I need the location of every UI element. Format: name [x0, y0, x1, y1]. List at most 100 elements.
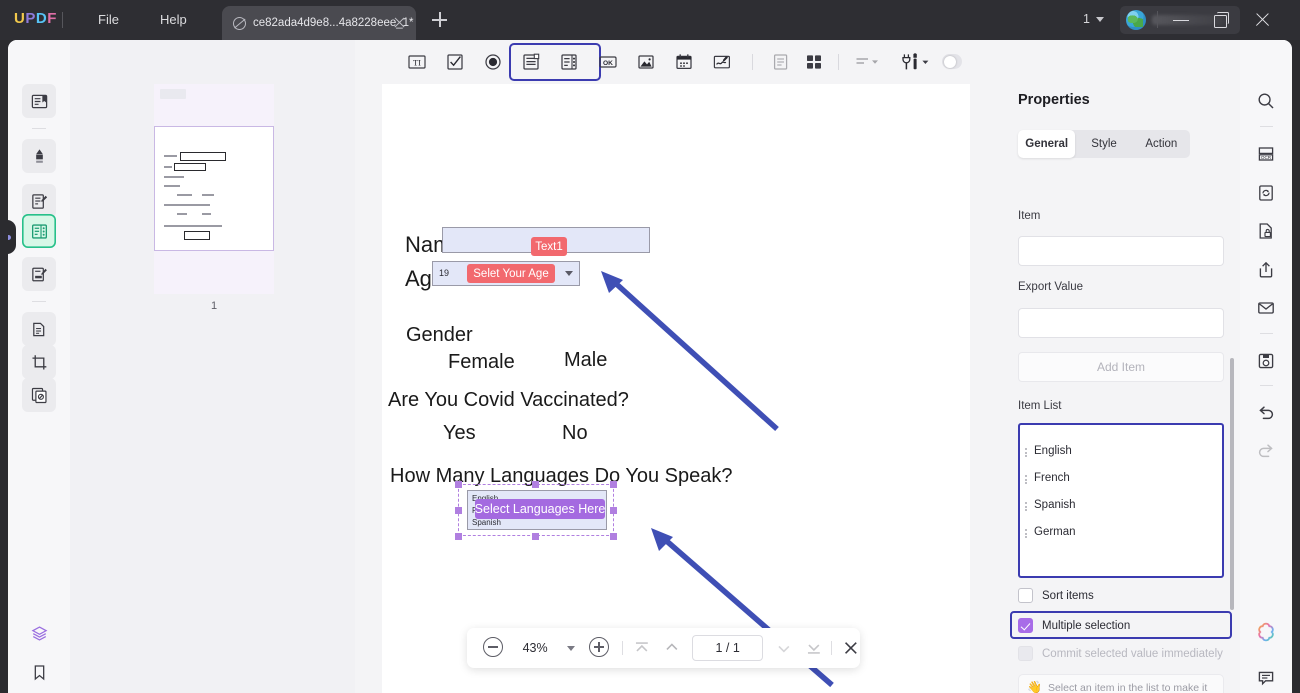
properties-scrollbar[interactable]: [1230, 358, 1234, 610]
page-thumbnail[interactable]: [154, 84, 274, 294]
resize-handle-n[interactable]: [532, 481, 539, 488]
item-list-box[interactable]: English French Spanish German: [1018, 423, 1224, 578]
chevron-down-icon[interactable]: [565, 271, 573, 276]
zoom-dropdown-chevron-icon[interactable]: [567, 645, 576, 651]
redo-tool[interactable]: [1250, 435, 1282, 467]
question-vaccinated: Are You Covid Vaccinated?: [388, 389, 629, 411]
pages-icon: [32, 322, 44, 336]
resize-handle-sw[interactable]: [455, 533, 462, 540]
drag-handle-icon[interactable]: [1025, 475, 1028, 486]
list-box-tool[interactable]: [555, 48, 583, 76]
tab-general[interactable]: General: [1018, 130, 1076, 158]
menu-file[interactable]: File: [98, 12, 119, 27]
updf-ai-tool[interactable]: [1250, 616, 1282, 648]
sidebar-item-reader[interactable]: [22, 84, 56, 118]
zoom-divider-2: [831, 641, 833, 655]
grid-layout-tool[interactable]: [800, 48, 828, 76]
export-value-input[interactable]: [1018, 308, 1224, 338]
sidebar-item-prepare-form[interactable]: [22, 214, 56, 248]
sidebar-item-bookmark[interactable]: [22, 655, 56, 689]
maximize-button[interactable]: [1212, 11, 1230, 29]
sort-items-checkbox[interactable]: [1018, 588, 1033, 603]
multiple-selection-row[interactable]: Multiple selection: [1018, 618, 1130, 633]
undo-tool[interactable]: [1250, 397, 1282, 429]
convert-tool[interactable]: [1250, 177, 1282, 209]
item-input[interactable]: [1018, 236, 1224, 266]
next-page-icon[interactable]: [775, 639, 793, 657]
minimize-button[interactable]: [1172, 11, 1190, 29]
sidebar-item-organize-pages[interactable]: [22, 312, 56, 346]
zoom-level-label: 43%: [522, 641, 548, 655]
updf-window: UPDF File Help ce82ada4d9e8...4a8228eee_…: [0, 0, 1300, 693]
resize-handle-se[interactable]: [610, 533, 617, 540]
combo-box-icon: [523, 53, 540, 70]
page-count-indicator[interactable]: 1: [1083, 12, 1104, 26]
ocr-tool[interactable]: OCR: [1250, 138, 1282, 170]
drag-handle-icon[interactable]: [1025, 529, 1028, 540]
form-icon: [31, 223, 47, 239]
sort-items-row[interactable]: Sort items: [1018, 588, 1094, 603]
zoom-in-button[interactable]: [589, 637, 611, 659]
window-close-button[interactable]: [1254, 11, 1272, 29]
zoom-out-button[interactable]: [482, 637, 505, 659]
combo-box-tool[interactable]: [517, 48, 545, 76]
list-box-icon: [561, 54, 577, 70]
item-list-entry-0[interactable]: English: [1034, 445, 1072, 457]
resize-handle-w[interactable]: [455, 507, 462, 514]
close-zoom-bar-icon[interactable]: [842, 639, 860, 657]
resize-handle-s[interactable]: [532, 533, 539, 540]
tab-action[interactable]: Action: [1133, 130, 1190, 158]
resize-handle-ne[interactable]: [610, 481, 617, 488]
page-indicator[interactable]: 1 / 1: [692, 635, 764, 661]
add-item-button[interactable]: Add Item: [1018, 352, 1224, 382]
email-tool[interactable]: [1250, 292, 1282, 324]
save-tool[interactable]: [1250, 345, 1282, 377]
rail-divider-1: [32, 128, 46, 129]
app-shell: 1 TI OK Name Text1 Age 19 Selet Your Age…: [8, 40, 1292, 693]
share-tool[interactable]: [1250, 254, 1282, 286]
document-tab[interactable]: ce82ada4d9e8...4a8228eee_1*: [222, 6, 416, 40]
edit-document-icon: [31, 193, 47, 209]
previous-page-icon[interactable]: [663, 639, 681, 657]
item-list-entry-2[interactable]: Spanish: [1034, 499, 1076, 511]
pdf-page[interactable]: Name Text1 Age 19 Selet Your Age Gender …: [382, 84, 970, 693]
new-tab-button[interactable]: [432, 12, 447, 27]
protect-tool[interactable]: [1250, 215, 1282, 247]
drag-handle-icon[interactable]: [1025, 448, 1028, 459]
item-list-entry-3[interactable]: German: [1034, 526, 1076, 538]
wave-hand-icon: 👋: [1027, 680, 1042, 693]
form-settings-tool[interactable]: [895, 48, 935, 76]
menu-help[interactable]: Help: [160, 12, 187, 27]
sidebar-item-layers[interactable]: [22, 616, 56, 650]
last-page-icon[interactable]: [805, 639, 823, 657]
tab-style[interactable]: Style: [1075, 130, 1132, 158]
form-highlight-toggle[interactable]: [942, 54, 962, 69]
first-page-icon[interactable]: [633, 639, 651, 657]
radio-button-tool[interactable]: [479, 48, 507, 76]
sidebar-item-edit-pdf[interactable]: [22, 184, 56, 218]
item-list-entry-1[interactable]: French: [1034, 472, 1070, 484]
sidebar-item-fill-sign[interactable]: [22, 257, 56, 291]
save-icon: [1258, 353, 1274, 369]
push-button-tool[interactable]: OK: [594, 48, 622, 76]
sidebar-item-annotate[interactable]: [22, 139, 56, 173]
search-tool[interactable]: [1250, 85, 1282, 117]
signature-field-tool[interactable]: [708, 48, 736, 76]
text-field-tool[interactable]: TI: [403, 48, 431, 76]
image-field-tool[interactable]: [632, 48, 660, 76]
tab-title: ce82ada4d9e8...4a8228eee_1*: [253, 17, 414, 29]
resize-handle-nw[interactable]: [455, 481, 462, 488]
drag-handle-icon[interactable]: [1025, 502, 1028, 513]
paste-tool[interactable]: [767, 48, 795, 76]
vaccinated-option-yes: Yes: [443, 422, 476, 444]
date-field-tool[interactable]: [670, 48, 698, 76]
resize-handle-e[interactable]: [610, 507, 617, 514]
feedback-tool[interactable]: [1250, 662, 1282, 693]
sidebar-item-batch[interactable]: [22, 378, 56, 412]
multiple-selection-checkbox[interactable]: [1018, 618, 1033, 633]
close-icon[interactable]: [393, 16, 406, 29]
checkbox-tool[interactable]: [441, 48, 469, 76]
sidebar-collapse-handle[interactable]: [8, 220, 16, 254]
sidebar-item-crop[interactable]: [22, 345, 56, 379]
align-tool[interactable]: [853, 48, 881, 76]
